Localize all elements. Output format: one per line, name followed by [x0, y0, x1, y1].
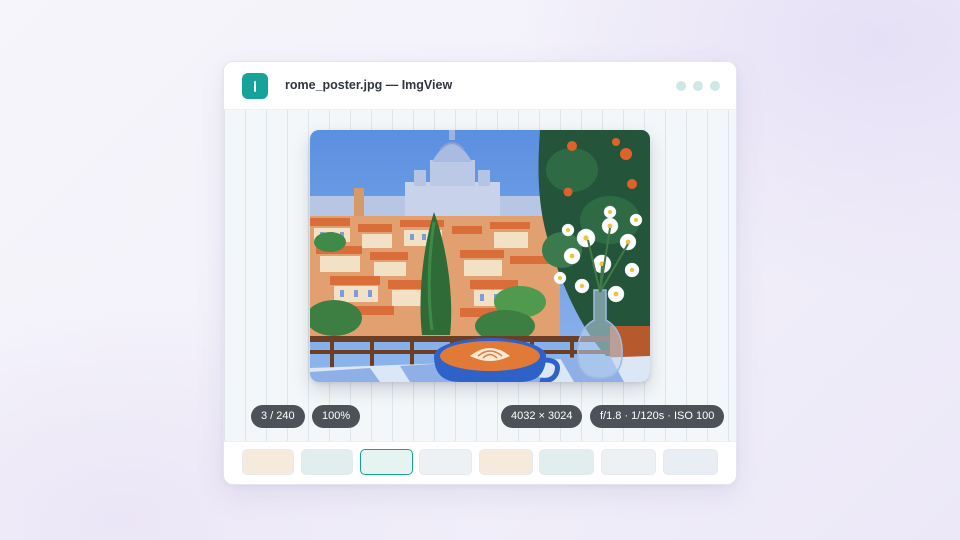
- exif-exposure-badge: f/1.8 · 1/120s · ISO 100: [590, 405, 725, 428]
- image-dimensions-badge: 4032 × 3024: [501, 405, 583, 428]
- image-viewer-window: rome_poster.jpg — ImgView 3 / 240 100% 4…: [223, 61, 737, 485]
- thumbnail[interactable]: [601, 449, 656, 475]
- thumbnail[interactable]: [479, 449, 533, 475]
- main-image[interactable]: [310, 130, 650, 382]
- image-position-badge: 3 / 240: [251, 405, 305, 428]
- image-stage: 3 / 240 100% 4032 × 3024 f/1.8 · 1/120s …: [224, 110, 736, 441]
- window-controls: [676, 81, 720, 91]
- window-control-dot-1[interactable]: [676, 81, 686, 91]
- image-viewer-app-icon: [242, 73, 268, 99]
- thumbnail[interactable]: [242, 449, 294, 475]
- title-bar: rome_poster.jpg — ImgView: [224, 62, 736, 110]
- thumbnail[interactable]: [539, 449, 594, 475]
- thumbnail[interactable]: [301, 449, 353, 475]
- window-title: rome_poster.jpg — ImgView: [285, 78, 453, 92]
- thumbnail[interactable]: [419, 449, 472, 475]
- thumbnail[interactable]: [663, 449, 718, 475]
- zoom-level-badge[interactable]: 100%: [312, 405, 361, 428]
- window-control-dot-2[interactable]: [693, 81, 703, 91]
- window-control-dot-3[interactable]: [710, 81, 720, 91]
- thumbnail-selected[interactable]: [360, 449, 413, 475]
- thumbnail-strip: [224, 441, 736, 484]
